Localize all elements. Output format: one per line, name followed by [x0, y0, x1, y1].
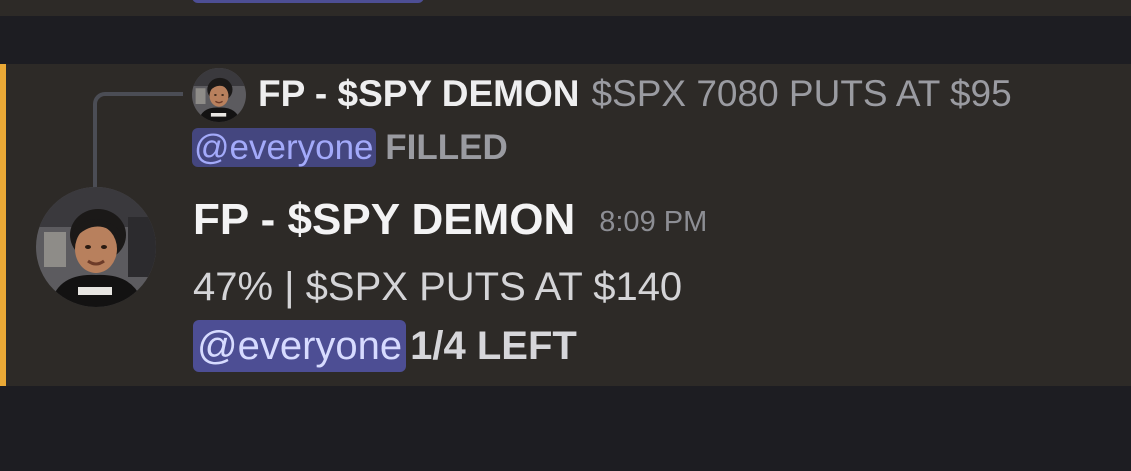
- author-avatar[interactable]: [36, 187, 156, 307]
- message-line-2: @everyone 1/4 LEFT: [193, 320, 577, 372]
- reply-avatar[interactable]: [192, 68, 246, 122]
- message-timestamp[interactable]: 8:09 PM: [599, 206, 707, 238]
- message-container[interactable]: FP - $SPY DEMON $SPX 7080 PUTS AT $95 @ev…: [0, 64, 1131, 386]
- everyone-mention[interactable]: @everyone: [193, 320, 407, 372]
- reply-author-name[interactable]: FP - $SPY DEMON: [258, 73, 579, 114]
- reply-header[interactable]: FP - $SPY DEMON $SPX 7080 PUTS AT $95: [258, 75, 1012, 112]
- author-avatar-icon: [36, 187, 156, 307]
- reply-second-line[interactable]: @everyone FILLED: [192, 128, 508, 167]
- previous-message: [0, 0, 1131, 16]
- previous-mention-fragment: [192, 0, 424, 3]
- message-line-2-text: 1/4 LEFT: [410, 324, 577, 368]
- reply-avatar-icon: [192, 68, 246, 122]
- author-name[interactable]: FP - $SPY DEMON: [193, 195, 575, 244]
- reply-everyone-mention[interactable]: @everyone: [192, 128, 376, 167]
- message-line-1: 47% | $SPX PUTS AT $140: [193, 265, 683, 309]
- reply-filled-text: FILLED: [385, 128, 508, 167]
- reply-connector-line: [93, 92, 183, 202]
- mention-highlight-bar: [0, 64, 6, 386]
- message-header: FP - $SPY DEMON 8:09 PM: [193, 198, 707, 242]
- reply-content[interactable]: $SPX 7080 PUTS AT $95: [591, 73, 1011, 114]
